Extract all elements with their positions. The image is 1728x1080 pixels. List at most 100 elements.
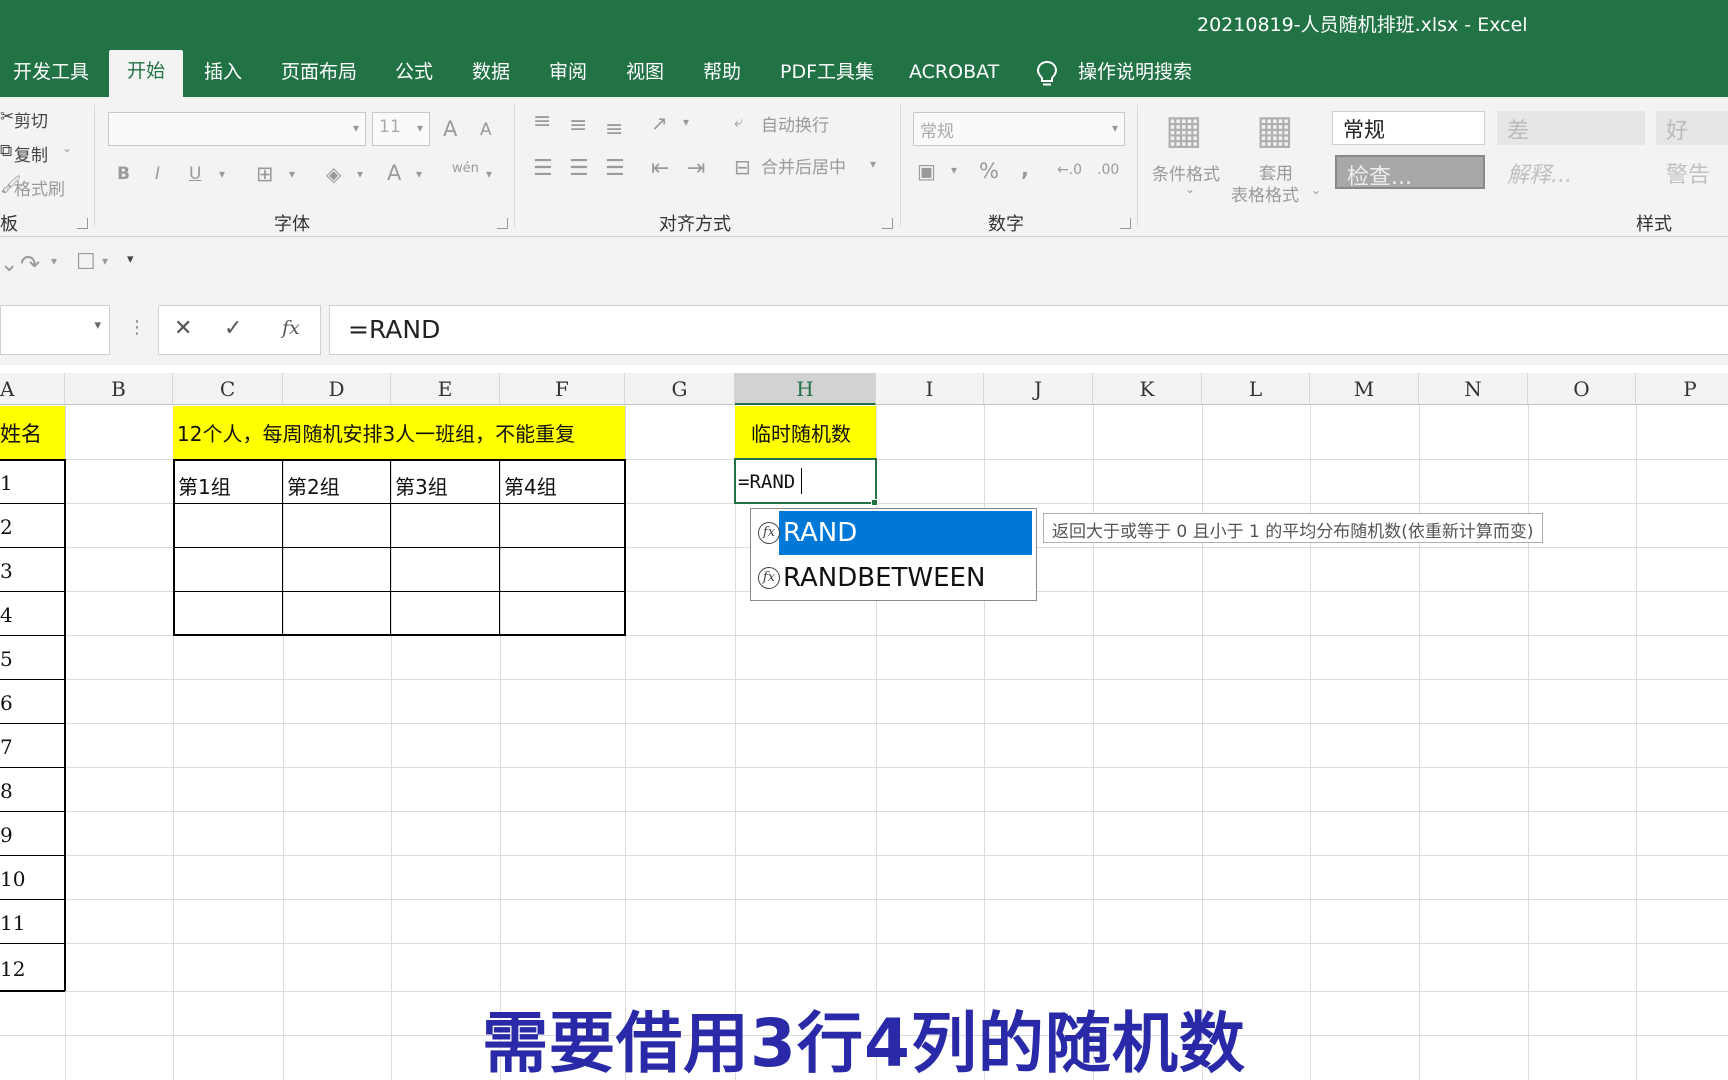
currency-icon[interactable]: ▣ xyxy=(917,159,936,183)
name-box[interactable]: ▾ xyxy=(0,305,110,355)
decrease-decimal-icon[interactable]: .00 xyxy=(1097,162,1119,178)
decrease-indent-icon[interactable]: ⇤ xyxy=(651,156,669,181)
active-cell-h2[interactable]: =RAND xyxy=(734,458,877,504)
copy-dropdown-icon[interactable]: ⌄ xyxy=(62,141,72,155)
tell-me-search[interactable]: 操作说明搜索 xyxy=(1078,51,1192,97)
column-header-n[interactable]: N xyxy=(1419,373,1528,405)
tab-acrobat[interactable]: ACROBAT xyxy=(909,51,999,97)
phonetic-icon[interactable]: wén xyxy=(452,161,479,176)
increase-indent-icon[interactable]: ⇥ xyxy=(687,156,705,181)
autocomplete-item-randbetween[interactable]: fx RANDBETWEEN xyxy=(751,556,1036,600)
underline-dropdown-icon[interactable]: ▾ xyxy=(219,167,225,181)
style-warning[interactable]: 警告 xyxy=(1656,155,1728,189)
style-check-cell[interactable]: 检查... xyxy=(1335,155,1485,190)
cell-a10[interactable]: 9 xyxy=(0,823,13,847)
align-middle-icon[interactable]: ≡ xyxy=(569,113,587,138)
tab-formulas[interactable]: 公式 xyxy=(395,51,433,97)
worksheet-grid[interactable]: A B C D E F G H I J K L M N O P 姓名 1 2 3… xyxy=(0,365,1728,1080)
font-size-combo[interactable]: 11 ▾ xyxy=(372,112,430,146)
align-top-icon[interactable]: ≡ xyxy=(533,109,551,134)
enter-icon[interactable]: ✓ xyxy=(224,316,242,341)
cancel-icon[interactable]: ✕ xyxy=(174,316,192,341)
number-launcher-icon[interactable] xyxy=(1120,218,1131,229)
number-format-combo[interactable]: 常规 ▾ xyxy=(913,112,1125,146)
underline-button[interactable]: U xyxy=(189,164,201,184)
italic-button[interactable]: I xyxy=(155,164,160,184)
lightbulb-icon[interactable] xyxy=(1036,60,1058,88)
align-right-icon[interactable]: ☰ xyxy=(605,156,625,181)
border-dropdown-icon[interactable]: ▾ xyxy=(289,167,295,181)
font-name-combo[interactable]: ▾ xyxy=(108,112,366,146)
redo-icon[interactable]: ↷ xyxy=(20,250,40,278)
cell-f2[interactable]: 第4组 xyxy=(504,471,557,500)
orientation-icon[interactable]: ↗ xyxy=(651,111,668,135)
tab-review[interactable]: 审阅 xyxy=(549,51,587,97)
shrink-font-icon[interactable]: A xyxy=(480,120,492,140)
cell-a12[interactable]: 11 xyxy=(0,911,25,935)
cell-h1[interactable]: 临时随机数 xyxy=(751,418,851,447)
cell-a3[interactable]: 2 xyxy=(0,515,13,539)
cell-a5[interactable]: 4 xyxy=(0,603,13,627)
insert-function-icon[interactable]: fx xyxy=(282,317,300,339)
tab-help[interactable]: 帮助 xyxy=(703,51,741,97)
cell-a1[interactable]: 姓名 xyxy=(0,418,64,448)
tab-developer[interactable]: 开发工具 xyxy=(13,51,89,97)
column-header-f[interactable]: F xyxy=(500,373,625,405)
autocomplete-item-rand[interactable]: fx RAND xyxy=(751,511,1036,555)
column-header-g[interactable]: G xyxy=(625,373,735,405)
font-color-icon[interactable]: A xyxy=(387,161,401,185)
touch-dropdown-icon[interactable]: ▾ xyxy=(102,254,108,268)
column-header-a[interactable]: A xyxy=(0,373,65,405)
style-explanatory[interactable]: 解释... xyxy=(1497,155,1645,189)
tab-insert[interactable]: 插入 xyxy=(204,51,242,97)
align-left-icon[interactable]: ☰ xyxy=(533,156,553,181)
conditional-dropdown-icon[interactable]: ⌄ xyxy=(1185,182,1195,196)
column-header-b[interactable]: B xyxy=(65,373,173,405)
cell-a6[interactable]: 5 xyxy=(0,647,13,671)
cell-a8[interactable]: 7 xyxy=(0,735,13,759)
cut-icon[interactable]: ✂ xyxy=(0,107,14,127)
currency-dropdown-icon[interactable]: ▾ xyxy=(951,163,957,177)
wrap-text-button[interactable]: 自动换行 xyxy=(761,111,829,136)
tab-data[interactable]: 数据 xyxy=(472,51,510,97)
align-center-icon[interactable]: ☰ xyxy=(569,156,589,181)
grow-font-icon[interactable]: A xyxy=(443,117,457,141)
cell-a11[interactable]: 10 xyxy=(0,867,25,891)
tab-pdf-tools[interactable]: PDF工具集 xyxy=(780,51,874,97)
cell-d2[interactable]: 第2组 xyxy=(287,471,340,500)
cell-c1-banner[interactable]: 12个人，每周随机安排3人一班组，不能重复 xyxy=(177,418,575,447)
copy-icon[interactable]: ⧉ xyxy=(0,141,12,161)
font-color-dropdown-icon[interactable]: ▾ xyxy=(416,167,422,181)
bold-button[interactable]: B xyxy=(117,164,130,184)
tab-page-layout[interactable]: 页面布局 xyxy=(281,51,357,97)
cell-e2[interactable]: 第3组 xyxy=(395,471,448,500)
column-header-j[interactable]: J xyxy=(984,373,1093,405)
redo-dropdown-icon[interactable]: ▾ xyxy=(51,254,57,268)
tab-home[interactable]: 开始 xyxy=(109,50,184,97)
cell-c2[interactable]: 第1组 xyxy=(178,471,231,500)
format-table-dropdown-icon[interactable]: ⌄ xyxy=(1311,183,1321,197)
touch-mode-icon[interactable]: ☐ xyxy=(76,250,96,275)
column-header-k[interactable]: K xyxy=(1093,373,1202,405)
column-header-e[interactable]: E xyxy=(391,373,500,405)
conditional-format-icon[interactable]: ▦ xyxy=(1165,107,1203,153)
font-launcher-icon[interactable] xyxy=(497,218,508,229)
format-as-table-line2[interactable]: 表格格式 xyxy=(1231,181,1299,206)
column-header-h[interactable]: H xyxy=(735,373,876,405)
column-header-p[interactable]: P xyxy=(1636,373,1728,405)
cell-a13[interactable]: 12 xyxy=(0,957,25,981)
fill-dropdown-icon[interactable]: ▾ xyxy=(357,167,363,181)
comma-button[interactable]: , xyxy=(1021,157,1029,181)
column-header-i[interactable]: I xyxy=(876,373,984,405)
customize-qat-icon[interactable]: ▾ xyxy=(127,252,134,267)
cell-a7[interactable]: 6 xyxy=(0,691,13,715)
style-normal[interactable]: 常规 xyxy=(1332,111,1485,145)
format-as-table-icon[interactable]: ▦ xyxy=(1256,107,1294,153)
column-header-l[interactable]: L xyxy=(1202,373,1310,405)
cell-a4[interactable]: 3 xyxy=(0,559,13,583)
column-header-c[interactable]: C xyxy=(173,373,283,405)
format-painter-button[interactable]: 格式刷 xyxy=(14,175,65,200)
align-bottom-icon[interactable]: ≡ xyxy=(605,117,623,142)
fill-color-icon[interactable]: ◈ xyxy=(326,162,341,186)
undo-dropdown-icon[interactable]: ⌄ xyxy=(0,252,18,277)
